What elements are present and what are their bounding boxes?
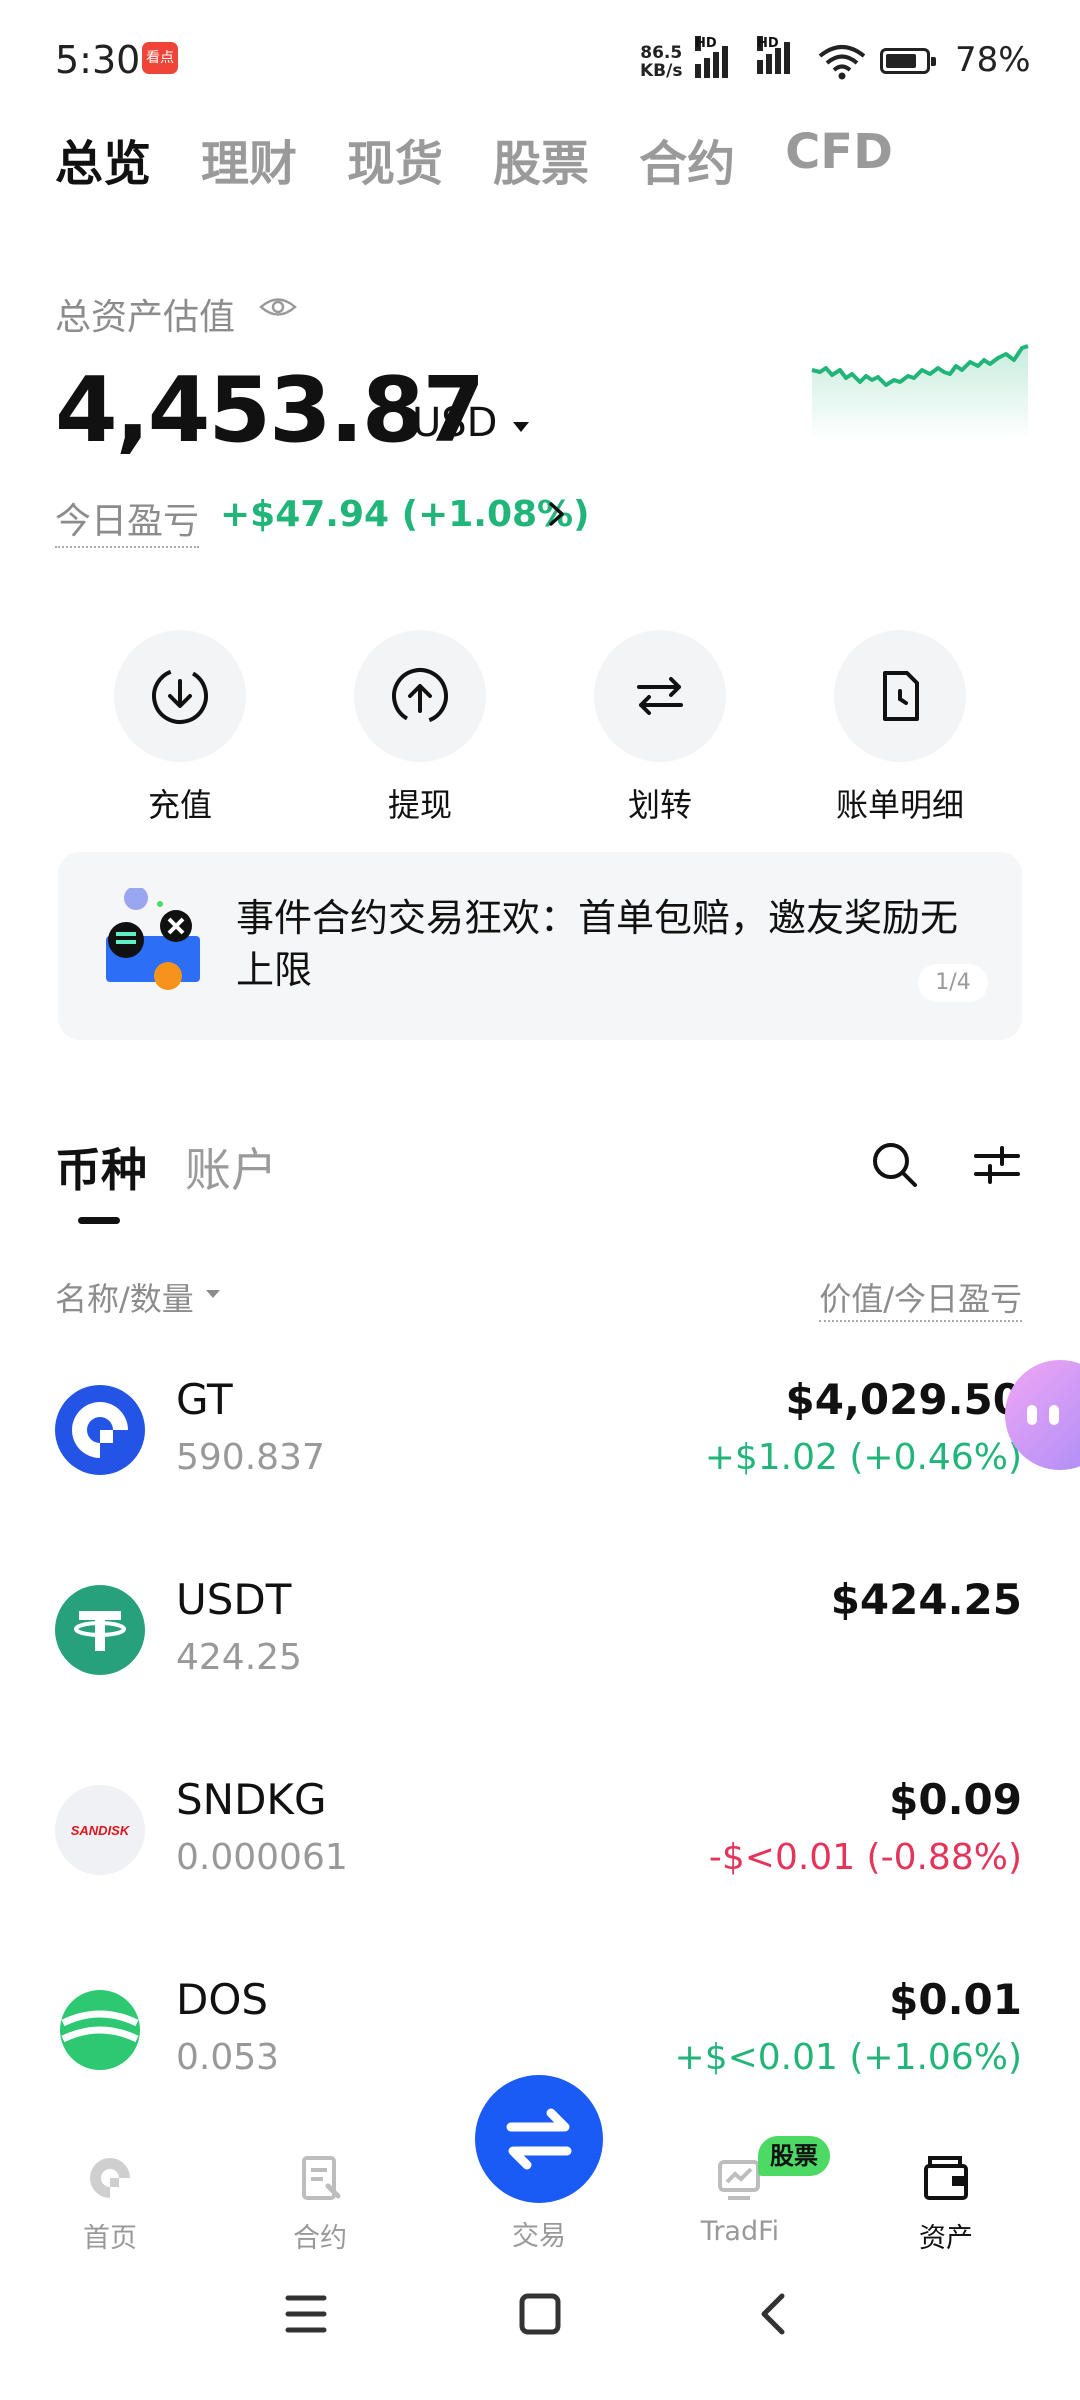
coin-name: USDT (176, 1575, 292, 1624)
coin-pnl: +$1.02 (+0.46%) (704, 1437, 1022, 1478)
tab-indicator (78, 1217, 120, 1224)
tab-futures[interactable]: 合约 (639, 124, 735, 194)
home-icon (90, 2158, 132, 2200)
chevron-down-icon[interactable] (513, 422, 529, 432)
transfer-icon (637, 677, 683, 715)
hd-label: HD (695, 36, 717, 51)
coin-pnl: -$<0.01 (-0.88%) (708, 1837, 1022, 1878)
signal-icon: HD (695, 36, 731, 78)
network-speed: 86.5 KB/s (640, 44, 682, 80)
sandisk-logo-icon: SANDISK (55, 1785, 145, 1875)
home-square-icon (519, 2293, 561, 2335)
menu-icon (285, 2295, 327, 2333)
filter-icon[interactable] (972, 1142, 1022, 1188)
dos-logo-icon (55, 1985, 145, 2075)
nav-tradfi-label: TradFi (700, 2216, 780, 2247)
coin-row-sndkg[interactable]: SANDISK SNDKG 0.000061 $0.09 -$<0.01 (-0… (0, 1775, 1080, 1985)
futures-icon (302, 2156, 341, 2200)
coin-quantity: 590.837 (176, 1437, 325, 1478)
tab-finance[interactable]: 理财 (201, 124, 297, 194)
nav-futures[interactable]: 合约 (240, 2110, 400, 2255)
coin-name: GT (176, 1375, 233, 1424)
currency-selector[interactable]: USD (412, 400, 497, 446)
promo-banner[interactable]: 事件合约交易狂欢：首单包赔，邀友奖励无上限 1/4 (58, 852, 1022, 1040)
nav-trade-label: 交易 (512, 2221, 566, 2252)
top-tabs: 总览 理财 现货 股票 合约 CFD (55, 124, 893, 194)
coin-row-usdt[interactable]: USDT 424.25 $424.25 (0, 1575, 1080, 1785)
chevron-right-icon[interactable] (542, 496, 572, 532)
deposit-label: 充值 (147, 786, 212, 824)
nav-assets-label: 资产 (919, 2223, 973, 2254)
nav-home[interactable]: 首页 (30, 2110, 190, 2255)
bill-details-label: 账单明细 (835, 786, 964, 824)
tab-coins[interactable]: 币种 (55, 1134, 147, 1200)
svg-text:SANDISK: SANDISK (71, 1823, 131, 1838)
withdraw-label: 提现 (387, 786, 452, 824)
nav-tradfi[interactable]: TradFi (660, 2110, 820, 2247)
nav-assets[interactable]: 资产 (866, 2110, 1026, 2255)
battery-percent: 78% (955, 40, 1031, 80)
transfer-label: 划转 (627, 786, 692, 824)
tab-overview[interactable]: 总览 (55, 124, 151, 194)
coin-value: $424.25 (830, 1575, 1022, 1624)
total-asset-label: 总资产估值 (55, 297, 236, 338)
column-name-quantity[interactable]: 名称/数量 (55, 1274, 194, 1320)
coin-pnl: +$<0.01 (+1.06%) (674, 2037, 1022, 2078)
network-speed-value: 86.5 (640, 43, 683, 63)
today-pnl-value[interactable]: +$47.94 (+1.08%) (220, 494, 590, 535)
bill-icon-circle[interactable] (834, 630, 966, 762)
withdraw-icon (392, 668, 448, 724)
bill-icon (883, 671, 919, 721)
status-bar: 5:30 看点 86.5 KB/s HD HD 78% (0, 0, 1080, 120)
stocks-badge: 股票 (758, 2136, 830, 2176)
sort-caret-icon[interactable] (206, 1290, 220, 1298)
swap-icon (506, 2108, 572, 2170)
gt-logo-icon (55, 1385, 145, 1475)
transfer-button[interactable]: 划转 (580, 630, 740, 826)
tab-spot[interactable]: 现货 (347, 124, 443, 194)
back-icon (761, 2293, 785, 2335)
today-pnl-label[interactable]: 今日盈亏 (55, 492, 200, 548)
deposit-button[interactable]: 充值 (100, 630, 260, 826)
coin-row-gt[interactable]: GT 590.837 $4,029.50 +$1.02 (+0.46%) (0, 1375, 1080, 1585)
bill-details-button[interactable]: 账单明细 (820, 630, 980, 826)
tab-accounts[interactable]: 账户 (185, 1134, 277, 1200)
wallet-icon (924, 2156, 968, 2200)
app-notification-icon: 看点 (142, 42, 178, 74)
status-time: 5:30 (55, 38, 141, 82)
deposit-icon-circle[interactable] (114, 630, 246, 762)
asset-sparkline (811, 344, 1029, 440)
eye-icon[interactable] (258, 292, 298, 322)
wifi-icon (818, 45, 866, 80)
trade-button[interactable] (475, 2075, 603, 2203)
coin-value: $0.09 (889, 1775, 1022, 1824)
battery-icon (880, 48, 936, 74)
hd-label-2: HD (757, 36, 779, 51)
coin-quantity: 0.000061 (176, 1837, 348, 1878)
nav-futures-label: 合约 (293, 2223, 347, 2254)
banner-pager: 1/4 (918, 964, 988, 1002)
promo-crypto-icon (106, 888, 200, 990)
signal-icon-2: HD (757, 36, 793, 78)
system-navigation (285, 2293, 785, 2335)
coin-quantity: 0.053 (176, 2037, 280, 2078)
withdraw-icon-circle[interactable] (354, 630, 486, 762)
transfer-icon-circle[interactable] (594, 630, 726, 762)
tab-stocks[interactable]: 股票 (493, 124, 589, 194)
usdt-logo-icon (55, 1585, 145, 1675)
promo-banner-text[interactable]: 事件合约交易狂欢：首单包赔，邀友奖励无上限 (236, 892, 976, 996)
search-icon[interactable] (870, 1140, 920, 1190)
column-value-pnl[interactable]: 价值/今日盈亏 (819, 1274, 1022, 1322)
coin-value: $4,029.50 (785, 1375, 1022, 1424)
withdraw-button[interactable]: 提现 (340, 630, 500, 826)
coin-name: DOS (176, 1975, 269, 2024)
nav-home-label: 首页 (83, 2223, 137, 2254)
coin-value: $0.01 (889, 1975, 1022, 2024)
deposit-icon (152, 668, 208, 724)
network-speed-unit: KB/s (640, 61, 683, 81)
coin-quantity: 424.25 (176, 1637, 302, 1678)
coin-name: SNDKG (176, 1775, 327, 1824)
tab-cfd[interactable]: CFD (785, 124, 893, 194)
